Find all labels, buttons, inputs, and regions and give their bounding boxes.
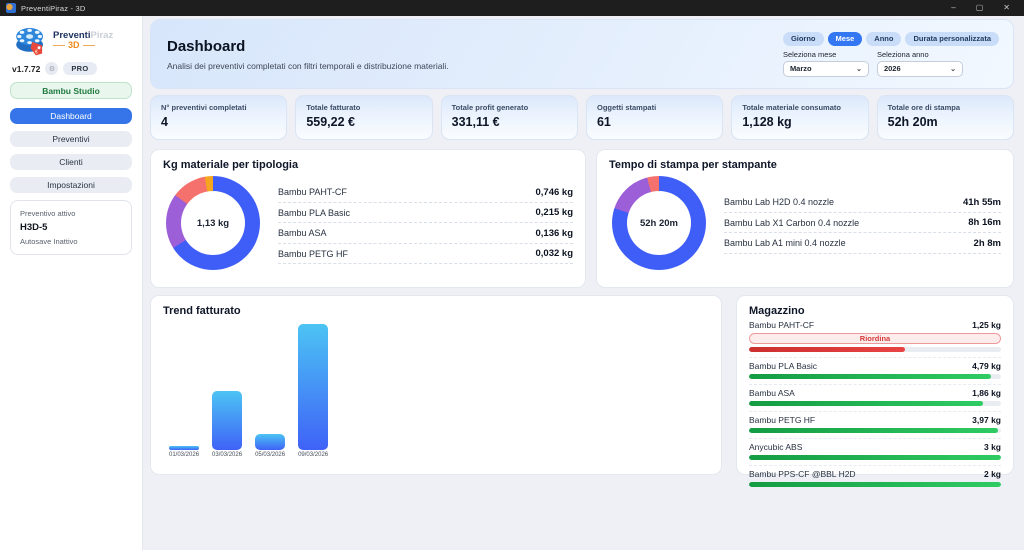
legend-row: Bambu PLA Basic 0,215 kg: [278, 203, 573, 224]
printer-donut-center: 52h 20m: [640, 218, 678, 229]
active-quote-label: Preventivo attivo: [20, 209, 122, 218]
printer-chart-panel: Tempo di stampa per stampante 52h 20m Ba…: [596, 149, 1014, 288]
stock-bar: [749, 455, 1001, 460]
filter-mese[interactable]: Mese: [828, 32, 863, 46]
magazzino-title: Magazzino: [749, 305, 1001, 317]
sidebar-item-dashboard[interactable]: Dashboard: [10, 108, 132, 124]
magazzino-panel: Magazzino Bambu PAHT-CF 1,25 kg Riordina…: [736, 295, 1014, 475]
main-content: Dashboard Analisi dei preventivi complet…: [143, 16, 1024, 550]
stat-totale-fatturato: Totale fatturato 559,22 €: [295, 95, 432, 140]
close-button[interactable]: ✕: [1003, 0, 1010, 16]
material-donut-chart: 1,13 kg: [166, 176, 260, 270]
sidebar-item-impostazioni[interactable]: Impostazioni: [10, 177, 132, 193]
pro-badge: PRO: [63, 62, 96, 75]
active-quote-code: H3D-5: [20, 222, 122, 233]
stock-bar: [749, 401, 1001, 406]
page-title: Dashboard: [167, 38, 449, 55]
logo-text-secondary: Piraz: [91, 30, 114, 41]
dashboard-header: Dashboard Analisi dei preventivi complet…: [150, 19, 1014, 89]
x-axis-tick: 09/03/2026: [298, 452, 328, 458]
material-donut-center: 1,13 kg: [197, 218, 229, 229]
riordina-button[interactable]: Riordina: [749, 333, 1001, 344]
logo-text-3d: 3D: [68, 41, 80, 50]
app-icon: [6, 3, 16, 13]
stock-bar: [749, 428, 1001, 433]
x-axis-tick: 01/03/2026: [169, 452, 199, 458]
stock-row-asa: Bambu ASA 1,86 kg: [749, 384, 1001, 406]
chevron-down-icon: ⌄: [950, 65, 956, 73]
x-axis-tick: 03/03/2026: [212, 452, 242, 458]
chevron-down-icon: ⌄: [856, 65, 862, 73]
app-logo: € PreventiPiraz 3D: [12, 24, 132, 58]
trend-chart-title: Trend fatturato: [163, 305, 709, 317]
version-label: v1.7.72: [12, 64, 40, 74]
stock-row-pla-basic: Bambu PLA Basic 4,79 kg: [749, 357, 1001, 379]
legend-row: Bambu Lab A1 mini 0.4 nozzle 2h 8m: [724, 233, 1001, 254]
bar: [255, 434, 285, 450]
printer-donut-chart: 52h 20m: [612, 176, 706, 270]
autosave-status: Autosave Inattivo: [20, 237, 122, 246]
stat-ore-di-stampa: Totale ore di stampa 52h 20m: [877, 95, 1014, 140]
bar: [298, 324, 328, 450]
gear-icon[interactable]: ⚙: [45, 62, 58, 75]
filter-giorno[interactable]: Giorno: [783, 32, 824, 46]
bar: [212, 391, 242, 450]
stock-bar: [749, 374, 1001, 379]
year-select-label: Seleziona anno: [877, 50, 963, 59]
month-select-label: Seleziona mese: [783, 50, 869, 59]
trend-bar-chart: 01/03/2026 03/03/2026 05/03/2026 09: [169, 323, 709, 458]
filament-spool-icon: €: [12, 24, 49, 58]
stat-oggetti-stampati: Oggetti stampati 61: [586, 95, 723, 140]
stat-materiale-consumato: Totale materiale consumato 1,128 kg: [731, 95, 868, 140]
month-select[interactable]: Marzo ⌄: [783, 61, 869, 77]
sidebar: € PreventiPiraz 3D v1.7.72 ⚙ PRO Bambu S…: [0, 16, 143, 550]
page-subtitle: Analisi dei preventivi completati con fi…: [167, 61, 449, 71]
material-legend: Bambu PAHT-CF 0,746 kg Bambu PLA Basic 0…: [278, 182, 573, 264]
stock-row-petg-hf: Bambu PETG HF 3,97 kg: [749, 411, 1001, 433]
legend-row: Bambu Lab H2D 0.4 nozzle 41h 55m: [724, 192, 1001, 213]
app-window: PreventiPiraz - 3D – ▢ ✕: [0, 0, 1024, 550]
bar: [169, 446, 199, 450]
stock-row-paht-cf: Bambu PAHT-CF 1,25 kg Riordina: [749, 320, 1001, 352]
minimize-button[interactable]: –: [951, 0, 955, 16]
material-chart-panel: Kg materiale per tipologia 1,13 kg Bambu…: [150, 149, 586, 288]
stock-row-pps-cf: Bambu PPS-CF @BBL H2D 2 kg: [749, 465, 1001, 487]
stock-bar: [749, 347, 1001, 352]
legend-row: Bambu ASA 0,136 kg: [278, 223, 573, 244]
legend-row: Bambu Lab X1 Carbon 0.4 nozzle 8h 16m: [724, 213, 1001, 234]
year-select[interactable]: 2026 ⌄: [877, 61, 963, 77]
stock-row-anycubic-abs: Anycubic ABS 3 kg: [749, 438, 1001, 460]
svg-text:€: €: [35, 50, 38, 56]
legend-row: Bambu PETG HF 0,032 kg: [278, 244, 573, 265]
stat-totale-profit: Totale profit generato 331,11 €: [441, 95, 578, 140]
maximize-button[interactable]: ▢: [976, 0, 984, 16]
window-title: PreventiPiraz - 3D: [21, 4, 85, 13]
sidebar-item-clienti[interactable]: Clienti: [10, 154, 132, 170]
printer-chart-title: Tempo di stampa per stampante: [609, 159, 1001, 171]
sidebar-item-preventivi[interactable]: Preventivi: [10, 131, 132, 147]
active-quote-card: Preventivo attivo H3D-5 Autosave Inattiv…: [10, 200, 132, 255]
stats-row: N° preventivi completati 4 Totale fattur…: [150, 95, 1014, 140]
printer-legend: Bambu Lab H2D 0.4 nozzle 41h 55m Bambu L…: [724, 192, 1001, 254]
stat-preventivi-completati: N° preventivi completati 4: [150, 95, 287, 140]
legend-row: Bambu PAHT-CF 0,746 kg: [278, 182, 573, 203]
filter-anno[interactable]: Anno: [866, 32, 901, 46]
x-axis-tick: 05/03/2026: [255, 452, 285, 458]
bambu-studio-button[interactable]: Bambu Studio: [10, 82, 132, 99]
trend-chart-panel: Trend fatturato 01/03/2026 03/03/2026: [150, 295, 722, 475]
material-chart-title: Kg materiale per tipologia: [163, 159, 573, 171]
filter-durata-personalizzata[interactable]: Durata personalizzata: [905, 32, 999, 46]
stock-bar: [749, 482, 1001, 487]
title-bar: PreventiPiraz - 3D – ▢ ✕: [0, 0, 1024, 16]
